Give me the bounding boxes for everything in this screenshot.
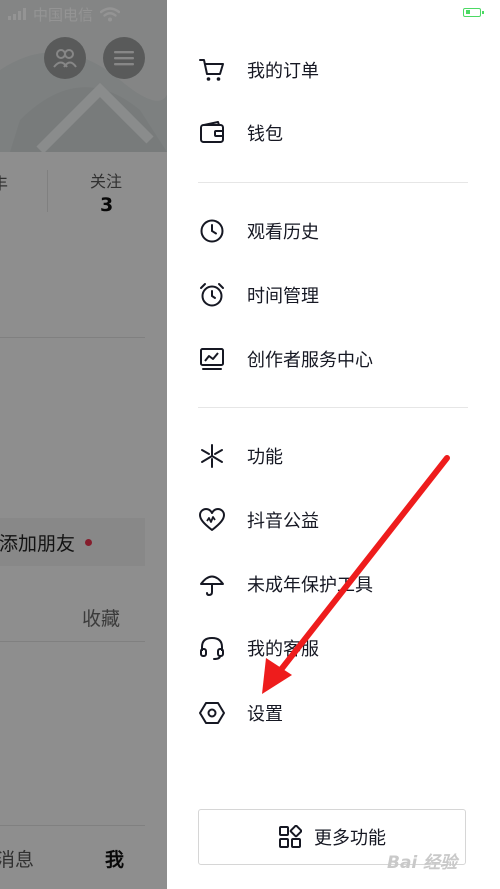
menu-divider [198, 182, 468, 183]
battery-icon [463, 8, 484, 17]
profile-page-background: 中国电信 丰 关注 3 添加朋友 收藏 消息 我 [0, 0, 167, 889]
menu-item-orders[interactable]: 我的订单 [167, 42, 500, 98]
menu-label: 设置 [247, 704, 283, 725]
clock-icon [198, 217, 226, 245]
menu-label: 未成年保护工具 [247, 575, 373, 596]
menu-item-time-management[interactable]: 时间管理 [167, 267, 500, 323]
menu-item-creator-center[interactable]: 创作者服务中心 [167, 331, 500, 387]
menu-item-wallet[interactable]: 钱包 [167, 105, 500, 161]
heart-icon [198, 506, 226, 534]
menu-item-customer-service[interactable]: 我的客服 [167, 620, 500, 676]
menu-item-minor-protection[interactable]: 未成年保护工具 [167, 556, 500, 612]
menu-item-features[interactable]: 功能 [167, 428, 500, 484]
side-drawer: 我的订单 钱包 观看历史 时间管理 创作者服务中心 功能 抖音公益 未成年保护工… [167, 0, 500, 889]
menu-label: 功能 [247, 447, 283, 468]
hexagon-settings-icon [198, 699, 226, 727]
headset-icon [198, 634, 226, 662]
umbrella-icon [198, 570, 226, 598]
menu-label: 我的客服 [247, 639, 319, 660]
grid-apps-icon [278, 825, 302, 849]
cart-icon [198, 56, 226, 84]
menu-item-settings[interactable]: 设置 [167, 685, 500, 741]
menu-item-watch-history[interactable]: 观看历史 [167, 203, 500, 259]
alarm-icon [198, 281, 226, 309]
sparkle-icon [198, 442, 226, 470]
dim-overlay[interactable] [0, 0, 167, 889]
menu-label: 我的订单 [247, 61, 319, 82]
menu-label: 时间管理 [247, 286, 319, 307]
more-features-label: 更多功能 [314, 828, 386, 849]
menu-label: 钱包 [247, 124, 283, 145]
wallet-icon [198, 119, 226, 147]
watermark: Bai 经验 [387, 853, 458, 873]
menu-divider [198, 407, 468, 408]
menu-item-charity[interactable]: 抖音公益 [167, 492, 500, 548]
menu-label: 创作者服务中心 [247, 350, 373, 371]
menu-label: 抖音公益 [247, 511, 319, 532]
menu-label: 观看历史 [247, 222, 319, 243]
monitor-chart-icon [198, 345, 226, 373]
